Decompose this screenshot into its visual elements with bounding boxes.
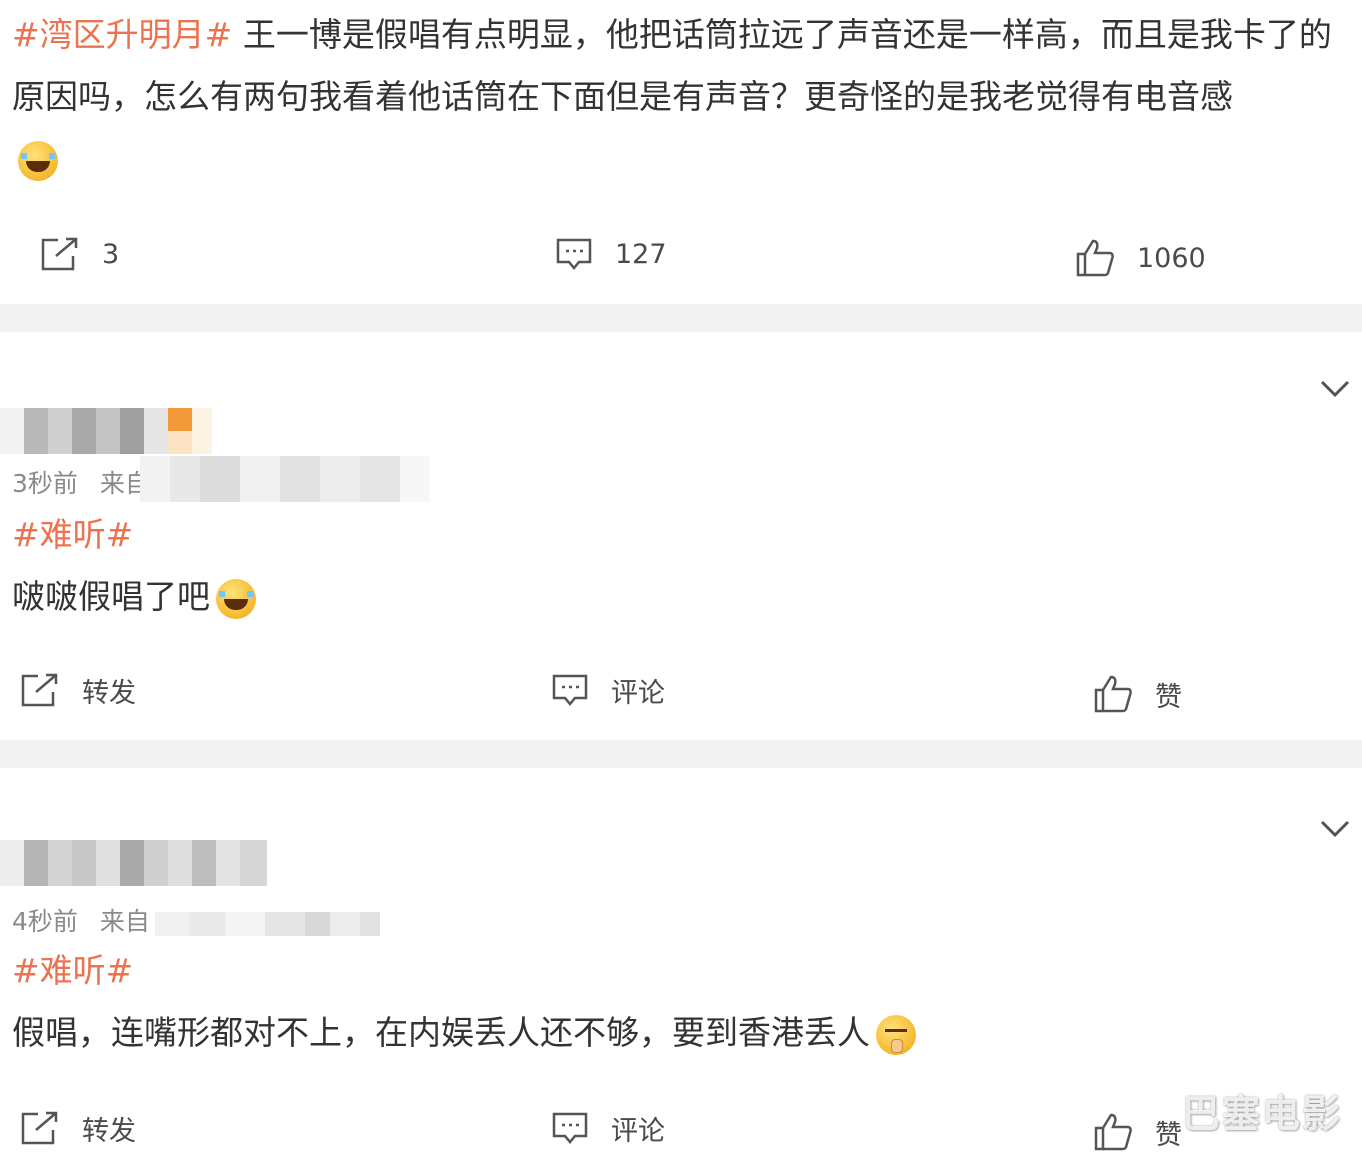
repost-count: 3 bbox=[102, 238, 120, 270]
repost-icon bbox=[21, 1111, 58, 1145]
comment-button[interactable]: 评论 bbox=[551, 1098, 665, 1158]
thumbs-up-icon bbox=[1094, 675, 1132, 713]
topic-link[interactable]: #难听# bbox=[12, 951, 133, 990]
repost-label: 转发 bbox=[82, 1115, 136, 1147]
shush-emoji bbox=[876, 1014, 916, 1055]
post-text: #难听# 啵啵假唱了吧 bbox=[12, 504, 1357, 628]
post-meta: 4秒前 来自 bbox=[12, 900, 150, 944]
source-blurred bbox=[155, 912, 380, 936]
post-card: #湾区升明月# 王一博是假唱有点明显，他把话筒拉远了声音还是一样高，而且是我卡了… bbox=[0, 0, 1362, 304]
post-body: 啵啵假唱了吧 bbox=[12, 577, 210, 616]
repost-label: 转发 bbox=[82, 677, 136, 709]
post-meta: 3秒前 来自 bbox=[12, 462, 150, 506]
thumbs-up-icon bbox=[1076, 239, 1114, 277]
repost-icon bbox=[41, 237, 78, 271]
laugh-cry-emoji bbox=[18, 140, 58, 181]
post-text: #难听# 假唱，连嘴形都对不上，在内娱丢人还不够，要到香港丢人 bbox=[12, 940, 1357, 1064]
like-label: 赞 bbox=[1155, 1119, 1182, 1151]
like-button[interactable]: 赞 bbox=[1093, 664, 1182, 724]
post-card: 4秒前 来自 #难听# 假唱，连嘴形都对不上，在内娱丢人还不够，要到香港丢人 转… bbox=[0, 768, 1362, 1166]
post-text: #湾区升明月# 王一博是假唱有点明显，他把话筒拉远了声音还是一样高，而且是我卡了… bbox=[12, 4, 1357, 190]
separator bbox=[0, 740, 1362, 768]
action-bar: 转发 评论 赞 bbox=[0, 660, 1362, 720]
username-blurred[interactable] bbox=[0, 408, 212, 454]
comment-label: 评论 bbox=[611, 1115, 665, 1147]
comment-icon bbox=[552, 674, 588, 706]
post-time: 3秒前 bbox=[12, 469, 78, 498]
like-count: 1060 bbox=[1137, 242, 1206, 274]
repost-button[interactable]: 3 bbox=[40, 224, 119, 284]
topic-link[interactable]: #难听# bbox=[12, 515, 133, 554]
thumbs-up-icon bbox=[1094, 1113, 1132, 1151]
post-source: 来自 bbox=[99, 907, 150, 936]
post-time: 4秒前 bbox=[12, 907, 78, 936]
comment-icon bbox=[552, 1112, 588, 1144]
separator bbox=[0, 304, 1362, 332]
comment-icon bbox=[556, 238, 592, 270]
source-blurred bbox=[140, 456, 430, 502]
chevron-down-icon[interactable] bbox=[1320, 820, 1350, 838]
repost-icon bbox=[21, 673, 58, 707]
chevron-down-icon[interactable] bbox=[1320, 380, 1350, 398]
like-button[interactable]: 赞 bbox=[1093, 1102, 1182, 1162]
action-bar: 3 127 1060 bbox=[0, 224, 1362, 284]
like-button[interactable]: 1060 bbox=[1075, 228, 1206, 288]
username-blurred[interactable] bbox=[0, 840, 267, 886]
repost-button[interactable]: 转发 bbox=[20, 1098, 136, 1158]
comment-button[interactable]: 127 bbox=[555, 224, 667, 284]
post-body: 假唱，连嘴形都对不上，在内娱丢人还不够，要到香港丢人 bbox=[12, 1013, 870, 1052]
repost-button[interactable]: 转发 bbox=[20, 660, 136, 720]
like-label: 赞 bbox=[1155, 681, 1182, 713]
watermark: 巴塞电影 bbox=[1181, 1092, 1342, 1136]
action-bar: 转发 评论 赞 bbox=[0, 1098, 1362, 1158]
topic-link[interactable]: #湾区升明月# bbox=[12, 15, 232, 54]
laugh-cry-emoji bbox=[216, 578, 256, 619]
comment-count: 127 bbox=[615, 238, 667, 270]
post-card: 3秒前 来自 #难听# 啵啵假唱了吧 转发 评论 赞 bbox=[0, 332, 1362, 740]
comment-label: 评论 bbox=[611, 677, 665, 709]
comment-button[interactable]: 评论 bbox=[551, 660, 665, 720]
